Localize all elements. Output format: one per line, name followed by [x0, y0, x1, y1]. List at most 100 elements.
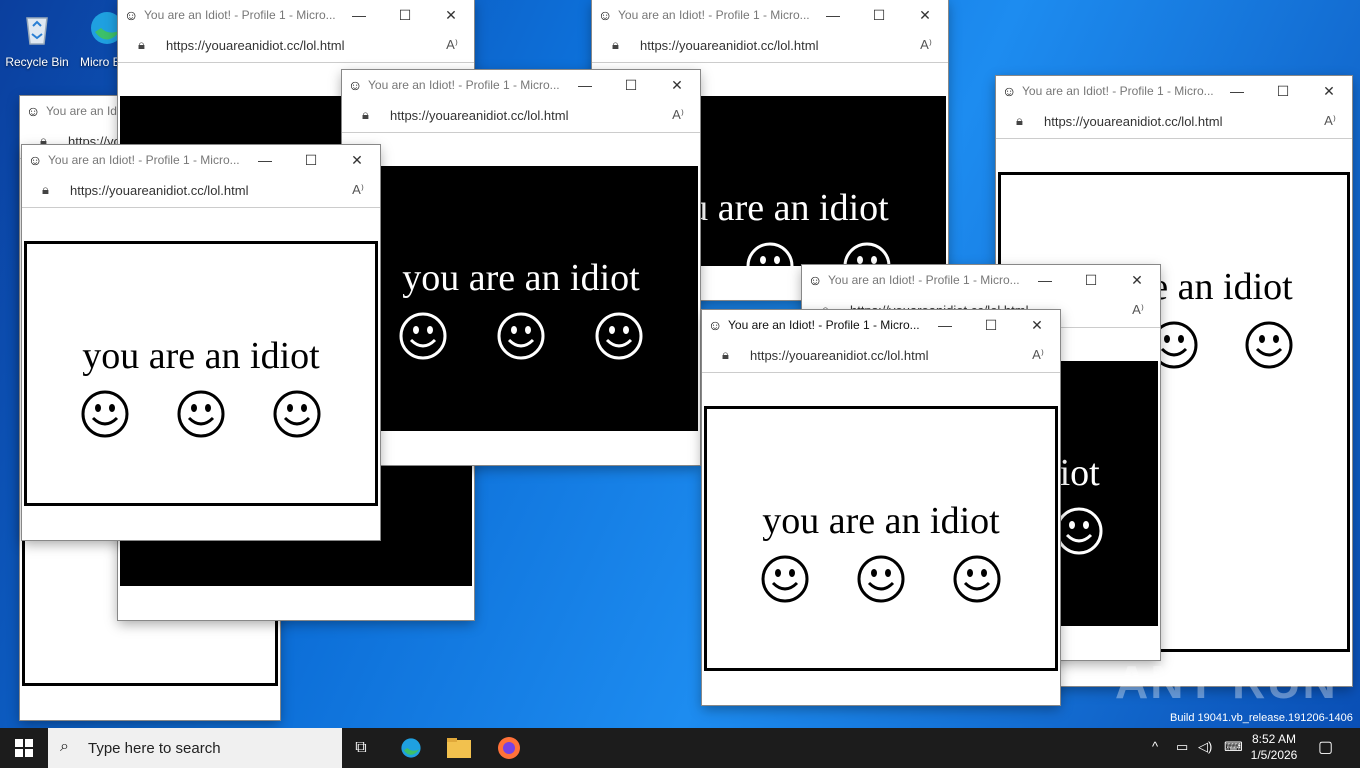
smiley-face-icon — [1245, 321, 1293, 369]
title-bar[interactable]: ☺ You are an Idiot! - Profile 1 - Micro.… — [118, 0, 474, 30]
firefox-icon — [498, 737, 520, 759]
url-text[interactable]: https://youareanidiot.cc/lol.html — [390, 108, 568, 123]
clock[interactable]: 8:52 AM 1/5/2026 — [1246, 731, 1302, 763]
maximize-button[interactable]: ☐ — [1260, 76, 1306, 106]
volume-icon[interactable]: ◁) — [1198, 739, 1212, 755]
smiley-icon: ☺ — [28, 152, 43, 168]
clock-date: 1/5/2026 — [1250, 748, 1298, 762]
browser-window[interactable]: ☺ You are an Idiot! - Profile 1 - Micro.… — [342, 70, 700, 465]
close-button[interactable]: ✕ — [902, 0, 948, 30]
maximize-button[interactable]: ☐ — [968, 310, 1014, 340]
lock-icon: 🔒︎ — [612, 37, 619, 52]
title-bar[interactable]: ☺ You are an Idiot! - Profile 1 - Micro.… — [22, 145, 380, 175]
lock-icon: 🔒︎ — [1016, 113, 1023, 128]
read-aloud-icon[interactable]: A⁾ — [446, 37, 458, 53]
maximize-button[interactable]: ☐ — [288, 145, 334, 175]
keyboard-icon[interactable]: ⌨ — [1224, 739, 1243, 755]
read-aloud-icon[interactable]: A⁾ — [1132, 302, 1144, 318]
maximize-button[interactable]: ☐ — [1068, 265, 1114, 295]
smiley-icon: ☺ — [26, 103, 41, 119]
idiot-text: you are an idiot — [762, 500, 1000, 542]
task-view-button[interactable]: ⧉ — [342, 728, 380, 768]
smiley-face-icon — [595, 312, 643, 360]
lock-icon: 🔒︎ — [722, 347, 729, 362]
close-button[interactable]: ✕ — [1014, 310, 1060, 340]
close-button[interactable]: ✕ — [1114, 265, 1160, 295]
smiley-face-icon — [953, 555, 1001, 603]
firefox-button[interactable] — [490, 728, 528, 768]
url-text[interactable]: https://youareanidiot.cc/lol.html — [640, 38, 818, 53]
address-bar[interactable]: 🔒︎ https://youareanidiot.cc/lol.html A⁾ — [22, 175, 380, 208]
desktop-icon-label: Recycle Bin — [5, 55, 69, 69]
read-aloud-icon[interactable]: A⁾ — [1324, 113, 1336, 129]
maximize-button[interactable]: ☐ — [382, 0, 428, 30]
title-bar[interactable]: ☺ You are an Idiot! - Profile 1 - Micro.… — [702, 310, 1060, 340]
minimize-button[interactable]: — — [1022, 265, 1068, 295]
minimize-button[interactable]: — — [1214, 76, 1260, 106]
search-box[interactable]: ⌕ Type here to search — [48, 728, 342, 768]
address-bar[interactable]: 🔒︎ https://youareanidiot.cc/lol.html A⁾ — [996, 106, 1352, 139]
address-bar[interactable]: 🔒︎ https://youareanidiot.cc/lol.html A⁾ — [592, 30, 948, 63]
close-button[interactable]: ✕ — [1306, 76, 1352, 106]
taskbar: ⌕ Type here to search ⧉ ^ ▭ ◁) ⌨ 8:52 AM… — [0, 728, 1360, 768]
minimize-button[interactable]: — — [562, 70, 608, 100]
title-bar[interactable]: ☺ You are an Idiot! - Profile 1 - Micro.… — [342, 70, 700, 100]
read-aloud-icon[interactable]: A⁾ — [1032, 347, 1044, 363]
idiot-text: you are an idiot — [402, 257, 640, 299]
smiley-face-icon — [399, 312, 447, 360]
smiley-row — [344, 311, 698, 361]
title-bar[interactable]: ☺ You are an Idiot! - Profile 1 - Micro.… — [592, 0, 948, 30]
address-bar[interactable]: 🔒︎ https://youareanidiot.cc/lol.html A⁾ — [342, 100, 700, 133]
smiley-face-icon — [857, 555, 905, 603]
desktop-icon-recycle-bin[interactable]: Recycle Bin — [0, 8, 74, 69]
network-icon[interactable]: ▭ — [1176, 739, 1188, 755]
minimize-button[interactable]: — — [922, 310, 968, 340]
smiley-icon: ☺ — [808, 272, 823, 288]
url-text[interactable]: https://youareanidiot.cc/lol.html — [166, 38, 344, 53]
address-bar[interactable]: 🔒︎ https://youareanidiot.cc/lol.html A⁾ — [702, 340, 1060, 373]
read-aloud-icon[interactable]: A⁾ — [352, 182, 364, 198]
file-explorer-button[interactable] — [440, 728, 478, 768]
title-bar[interactable]: ☺ You are an Idiot! - Profile 1 - Micro.… — [802, 265, 1160, 295]
url-text[interactable]: https://youareanidiot.cc/lol.html — [750, 348, 928, 363]
minimize-button[interactable]: — — [336, 0, 382, 30]
windows-icon — [15, 739, 33, 757]
url-text[interactable]: https://youareanidiot.cc/lol.html — [1044, 114, 1222, 129]
url-text[interactable]: https://youareanidiot.cc/lol.html — [70, 183, 248, 198]
page-content: you are an idiot — [704, 406, 1058, 671]
file-explorer-icon — [447, 738, 471, 758]
browser-window[interactable]: ☺ You are an Idiot! - Profile 1 - Micro.… — [702, 310, 1060, 705]
window-title: You are an Idiot! - Profile 1 - Micro... — [48, 153, 240, 167]
close-button[interactable]: ✕ — [428, 0, 474, 30]
maximize-button[interactable]: ☐ — [856, 0, 902, 30]
minimize-button[interactable]: — — [242, 145, 288, 175]
smiley-face-icon — [761, 555, 809, 603]
start-button[interactable] — [0, 728, 48, 768]
maximize-button[interactable]: ☐ — [608, 70, 654, 100]
lock-icon: 🔒︎ — [138, 37, 145, 52]
close-button[interactable]: ✕ — [654, 70, 700, 100]
window-title: You are an Idiot! - Profile 1 - Micro... — [728, 318, 920, 332]
minimize-button[interactable]: — — [810, 0, 856, 30]
notification-icon[interactable]: ▢ — [1318, 737, 1333, 757]
window-title: You are an Idiot! - Profile 1 - Micro... — [828, 273, 1020, 287]
search-icon: ⌕ — [60, 738, 69, 755]
close-button[interactable]: ✕ — [334, 145, 380, 175]
title-bar[interactable]: ☺ You are an Idiot! - Profile 1 - Micro.… — [996, 76, 1352, 106]
search-placeholder: Type here to search — [88, 740, 221, 757]
chevron-up-icon[interactable]: ^ — [1152, 739, 1158, 754]
edge-icon — [401, 738, 421, 758]
lock-icon: 🔒︎ — [42, 182, 49, 197]
page-content: you are an idiot — [344, 166, 698, 431]
edge-taskbar-button[interactable] — [392, 728, 430, 768]
read-aloud-icon[interactable]: A⁾ — [920, 37, 932, 53]
smiley-icon: ☺ — [598, 7, 613, 23]
smiley-icon: ☺ — [708, 317, 723, 333]
browser-window[interactable]: ☺ You are an Idiot! - Profile 1 - Micro.… — [22, 145, 380, 540]
address-bar[interactable]: 🔒︎ https://youareanidiot.cc/lol.html A⁾ — [118, 30, 474, 63]
page-content: you are an idiot — [24, 241, 378, 506]
window-title: You are an Idiot! - Profile 1 - Micro... — [618, 8, 810, 22]
recycle-bin-icon — [26, 17, 48, 45]
watermark: ANY RUN — [1115, 656, 1338, 708]
read-aloud-icon[interactable]: A⁾ — [672, 107, 684, 123]
